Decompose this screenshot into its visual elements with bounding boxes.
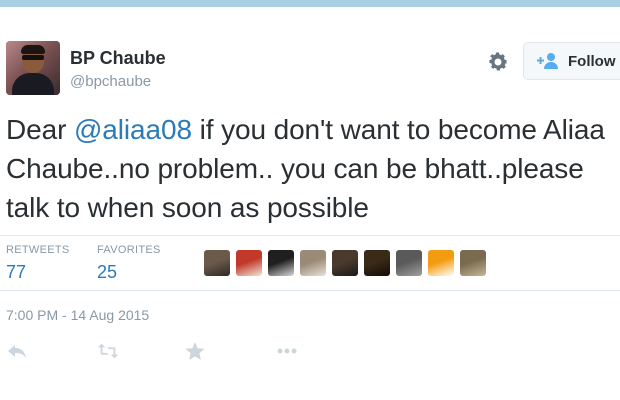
favoriter-avatar[interactable]	[460, 250, 486, 276]
favorites-stat[interactable]: FAVORITES 25	[97, 244, 161, 283]
favoriter-avatar[interactable]	[300, 250, 326, 276]
follow-label: Follow	[568, 52, 616, 70]
mention-link[interactable]: @aliaa08	[74, 114, 192, 145]
more-icon[interactable]	[276, 340, 298, 362]
tweet-text: Dear @aliaa08 if you don't want to becom…	[6, 110, 618, 227]
add-user-icon	[537, 53, 558, 69]
author-name[interactable]: BP Chaube	[70, 48, 166, 69]
author-handle[interactable]: @bpchaube	[70, 73, 151, 90]
retweets-label: RETWEETS	[6, 244, 70, 256]
favoriter-avatar[interactable]	[364, 250, 390, 276]
favorites-count[interactable]: 25	[97, 262, 161, 283]
retweets-stat[interactable]: RETWEETS 77	[6, 244, 70, 283]
retweet-icon[interactable]	[97, 340, 119, 362]
star-icon[interactable]	[184, 340, 206, 362]
favoriter-avatar[interactable]	[236, 250, 262, 276]
favoriter-avatar[interactable]	[268, 250, 294, 276]
top-border	[0, 0, 620, 7]
follow-button[interactable]: Follow	[523, 42, 620, 80]
favoriter-avatar[interactable]	[332, 250, 358, 276]
retweets-count[interactable]: 77	[6, 262, 70, 283]
author-avatar[interactable]	[6, 41, 60, 95]
stats-divider-top	[0, 235, 620, 236]
favoriter-avatar[interactable]	[204, 250, 230, 276]
favoriter-avatar[interactable]	[428, 250, 454, 276]
reply-icon[interactable]	[6, 340, 28, 362]
favoriter-avatar[interactable]	[396, 250, 422, 276]
favorites-label: FAVORITES	[97, 244, 161, 256]
tweet-text-start: Dear	[6, 114, 74, 145]
tweet-timestamp[interactable]: 7:00 PM - 14 Aug 2015	[6, 307, 149, 323]
gear-icon[interactable]	[486, 50, 510, 74]
favorited-by-avatars	[204, 250, 486, 276]
stats-divider-bottom	[0, 290, 620, 291]
